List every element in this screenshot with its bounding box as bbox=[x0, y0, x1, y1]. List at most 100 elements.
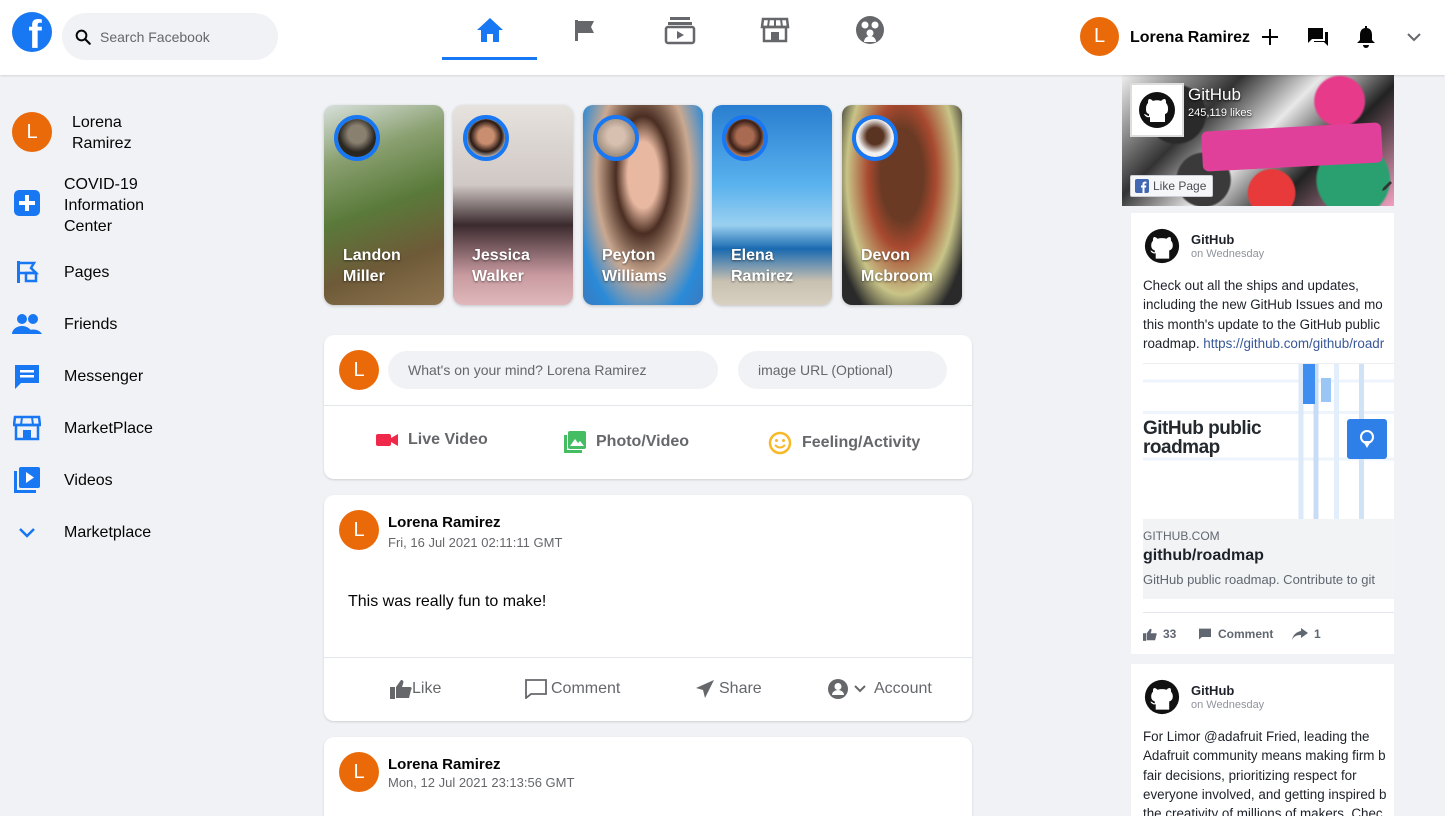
nav-watch[interactable] bbox=[632, 0, 727, 60]
text-line: this month's update to the GitHub public bbox=[1143, 316, 1381, 332]
story-name: Peyton Williams bbox=[602, 247, 667, 285]
nav-home[interactable] bbox=[442, 0, 537, 60]
live-video-icon bbox=[376, 434, 398, 446]
text-line: including the new GitHub Issues and mo bbox=[1143, 297, 1383, 313]
sidebar-item-label: Pages bbox=[64, 264, 110, 281]
comment-button[interactable]: Comment bbox=[525, 679, 620, 699]
feeling-activity-button[interactable]: Feeling/Activity bbox=[768, 431, 920, 455]
story-name: Jessica Walker bbox=[472, 247, 530, 285]
plugin-comment-button[interactable]: Comment bbox=[1198, 627, 1273, 641]
image-url-input[interactable]: image URL (Optional) bbox=[738, 351, 947, 389]
story-card[interactable]: Devon Mcbroom bbox=[842, 105, 962, 305]
plugin-post-author[interactable]: GitHub bbox=[1191, 683, 1234, 698]
page-cover[interactable]: GitHub 245,119 likes Like Page bbox=[1122, 75, 1394, 206]
friends-icon bbox=[12, 309, 42, 339]
feed-post: L Lorena Ramirez Fri, 16 Jul 2021 02:11:… bbox=[324, 495, 972, 721]
account-button[interactable]: Account bbox=[828, 679, 932, 699]
sidebar-item-marketplace[interactable]: MarketPlace bbox=[12, 413, 153, 443]
sidebar-item-label: Messenger bbox=[64, 368, 144, 385]
watch-icon bbox=[664, 17, 695, 45]
post-author[interactable]: Lorena Ramirez bbox=[388, 514, 501, 531]
top-navbar: f Search Facebook L Lorena Ramirez bbox=[0, 0, 1445, 75]
sidebar-item-label: Marketplace bbox=[64, 524, 152, 541]
create-button[interactable] bbox=[1257, 24, 1283, 50]
github-avatar[interactable] bbox=[1144, 679, 1180, 715]
text-line: Check out all the ships and updates, bbox=[1143, 278, 1359, 293]
notifications-button[interactable] bbox=[1353, 24, 1379, 50]
post-timestamp: Fri, 16 Jul 2021 02:11:11 GMT bbox=[388, 535, 563, 550]
plugin-post-text: Check out all the ships and updates, inc… bbox=[1143, 276, 1394, 353]
sidebar-avatar: L bbox=[12, 112, 52, 152]
sidebar-item-more[interactable]: Marketplace bbox=[12, 517, 151, 547]
story-avatar bbox=[852, 115, 898, 161]
sidebar-profile-name: Lorena Ramirez bbox=[72, 114, 132, 152]
story-card[interactable]: Landon Miller bbox=[324, 105, 444, 305]
share-button[interactable]: Share bbox=[695, 679, 762, 699]
like-count[interactable]: 33 bbox=[1143, 627, 1176, 641]
like-page-label: Like Page bbox=[1153, 179, 1207, 193]
story-card[interactable]: Jessica Walker bbox=[453, 105, 573, 305]
sidebar-item-label: MarketPlace bbox=[64, 420, 153, 437]
nav-groups[interactable] bbox=[822, 0, 917, 60]
sidebar-item-messenger[interactable]: Messenger bbox=[12, 361, 143, 391]
post-avatar[interactable]: L bbox=[339, 752, 379, 792]
facebook-f-icon bbox=[1135, 179, 1149, 193]
page-title[interactable]: GitHub bbox=[1188, 85, 1241, 105]
plugin-post-author[interactable]: GitHub bbox=[1191, 232, 1234, 247]
messenger-icon bbox=[12, 361, 42, 391]
nav-marketplace[interactable] bbox=[727, 0, 822, 60]
plugin-share-button[interactable]: 1 bbox=[1292, 627, 1321, 641]
nav-pages[interactable] bbox=[537, 0, 632, 60]
facebook-logo[interactable]: f bbox=[12, 12, 52, 52]
smile-icon bbox=[768, 431, 792, 455]
photo-icon bbox=[564, 431, 586, 453]
feed-post: L Lorena Ramirez Mon, 12 Jul 2021 23:13:… bbox=[324, 737, 972, 816]
sidebar-item-videos[interactable]: Videos bbox=[12, 465, 113, 495]
sidebar-item-label: COVID-19 Information Center bbox=[64, 176, 145, 235]
github-avatar[interactable] bbox=[1144, 228, 1180, 264]
github-icon bbox=[1144, 679, 1180, 715]
header-user-name[interactable]: Lorena Ramirez bbox=[1130, 29, 1250, 47]
store-icon bbox=[12, 413, 42, 443]
chevron-down-icon bbox=[854, 685, 866, 693]
live-video-button[interactable]: Live Video bbox=[376, 431, 488, 449]
post-divider bbox=[324, 657, 972, 658]
header-avatar[interactable]: L bbox=[1080, 17, 1119, 56]
post-text: This was really fun to make! bbox=[348, 593, 547, 610]
plugin-divider bbox=[1143, 612, 1394, 613]
messenger-button[interactable] bbox=[1305, 24, 1331, 50]
account-menu-button[interactable] bbox=[1401, 24, 1427, 50]
like-button[interactable]: Like bbox=[390, 679, 441, 699]
comment-text: Comment bbox=[1218, 627, 1274, 641]
story-card[interactable]: Peyton Williams bbox=[583, 105, 703, 305]
post-avatar[interactable]: L bbox=[339, 510, 379, 550]
sidebar-item-pages[interactable]: Pages bbox=[12, 257, 109, 287]
link-description: GitHub public roadmap. Contribute to git bbox=[1143, 572, 1375, 587]
text-line-start: roadmap. bbox=[1143, 335, 1204, 351]
like-page-button[interactable]: Like Page bbox=[1130, 175, 1214, 197]
sidebar-item-covid[interactable]: COVID-19 Information Center bbox=[12, 174, 144, 235]
link-preview-image[interactable]: GitHub public roadmap bbox=[1143, 363, 1394, 519]
preview-heading: GitHub public roadmap bbox=[1143, 418, 1262, 458]
photo-video-button[interactable]: Photo/Video bbox=[564, 431, 689, 453]
post-author[interactable]: Lorena Ramirez bbox=[388, 756, 501, 773]
link-preview-meta[interactable]: GITHUB.COM github/roadmap GitHub public … bbox=[1143, 519, 1394, 599]
post-link[interactable]: https://github.com/github/roadr bbox=[1203, 336, 1384, 351]
status-input[interactable]: What's on your mind? Lorena Ramirez bbox=[388, 351, 718, 389]
post-timestamp: Mon, 12 Jul 2021 23:13:56 GMT bbox=[388, 775, 575, 790]
story-name: Landon Miller bbox=[343, 247, 401, 285]
plugin-post-time[interactable]: on Wednesday bbox=[1191, 248, 1264, 260]
home-icon bbox=[476, 18, 503, 42]
sidebar-profile[interactable]: L Lorena Ramirez bbox=[12, 112, 132, 152]
story-name: Elena Ramirez bbox=[731, 247, 794, 285]
github-logo bbox=[1130, 83, 1184, 137]
plus-icon bbox=[1262, 29, 1278, 45]
plugin-post-time[interactable]: on Wednesday bbox=[1191, 699, 1264, 711]
edit-pencil-icon bbox=[1380, 179, 1394, 193]
sidebar-item-friends[interactable]: Friends bbox=[12, 309, 117, 339]
marketplace-icon bbox=[760, 17, 789, 43]
search-input[interactable]: Search Facebook bbox=[62, 13, 278, 60]
text-line: fair decisions, prioritizing respect for bbox=[1143, 767, 1357, 783]
github-icon bbox=[1144, 228, 1180, 264]
story-card[interactable]: Elena Ramirez bbox=[712, 105, 832, 305]
